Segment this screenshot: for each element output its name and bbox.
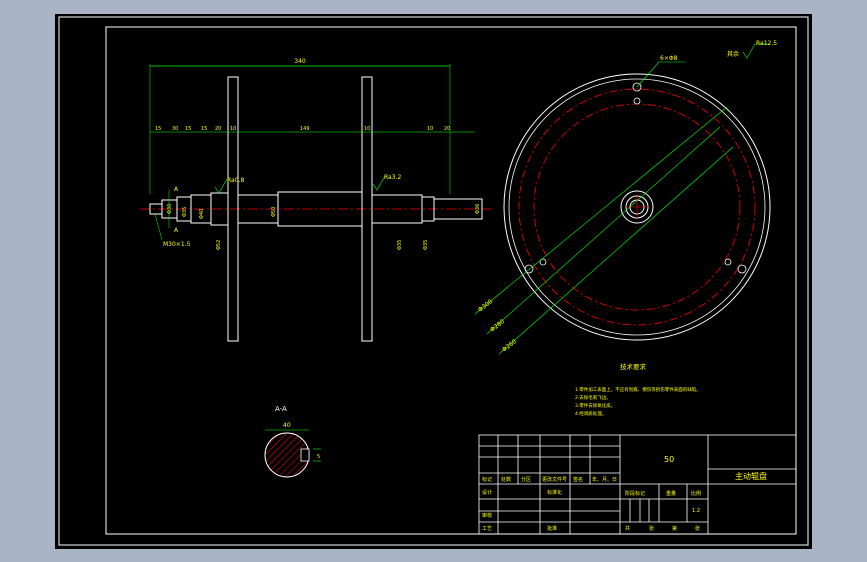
segment-dim-7: 10 bbox=[364, 126, 370, 132]
cad-drawing-canvas: 340 15 30 15 15 20 10 149 10 10 20 Φ30 Φ35 Φ40 Φ52 Φ5… bbox=[58, 16, 809, 546]
roughness-label-right: Ra3.2 bbox=[384, 174, 401, 181]
title-block-header-0: 标记 bbox=[482, 476, 492, 483]
shaft-diameter-5: Φ35 bbox=[397, 240, 403, 250]
general-roughness: 其余 Ra12.5 bbox=[727, 40, 777, 59]
shaft-diameter-7: Φ36 bbox=[475, 204, 481, 214]
roughness-label-left: Ra0.8 bbox=[227, 177, 244, 184]
segment-dim-8: 10 bbox=[427, 126, 433, 132]
sheet-border bbox=[58, 16, 809, 546]
shaft-view: 340 15 30 15 15 20 10 149 10 10 20 Φ30 Φ35 Φ40 Φ52 Φ5… bbox=[140, 58, 495, 342]
segment-dim-4: 20 bbox=[215, 126, 221, 132]
disk-view: 6×Φ8 Φ300 Φ280 Φ260 bbox=[474, 55, 771, 355]
roughness-symbol-left bbox=[214, 178, 228, 194]
segment-dim-5: 10 bbox=[230, 126, 236, 132]
label-sheet-unit: 张 bbox=[649, 525, 654, 532]
shaft-diameter-1: Φ35 bbox=[182, 207, 188, 217]
shaft-diameter-2: Φ40 bbox=[199, 209, 205, 219]
leader-diam-2 bbox=[486, 126, 721, 335]
label-check: 审核 bbox=[482, 512, 492, 519]
segment-dim-2: 15 bbox=[185, 126, 191, 132]
title-block-header-4: 签名 bbox=[573, 476, 583, 483]
shaft-diameter-3: Φ52 bbox=[216, 240, 222, 250]
overall-length-label: 340 bbox=[294, 58, 306, 65]
hole-5 bbox=[737, 264, 747, 274]
label-stage-mark: 阶段标记 bbox=[625, 490, 645, 497]
disk-diameter-2: Φ280 bbox=[489, 318, 506, 334]
label-approve: 批准 bbox=[547, 525, 557, 532]
label-sheet-total: 共 bbox=[625, 525, 630, 532]
section-width-dim: 40 bbox=[283, 422, 291, 429]
leader-diam-1 bbox=[474, 106, 728, 315]
label-weight: 重量 bbox=[666, 490, 676, 497]
segment-dim-6: 149 bbox=[300, 126, 310, 132]
drawing-name: 主动辊盘 bbox=[735, 471, 767, 481]
section-view: A-A 40 5 bbox=[264, 405, 321, 478]
label-process: 工艺 bbox=[482, 526, 492, 532]
label-scale: 比例 bbox=[691, 490, 701, 497]
section-mark-top: A bbox=[174, 186, 179, 193]
segment-dim-9: 20 bbox=[444, 126, 450, 132]
title-block-header-1: 处数 bbox=[501, 476, 511, 483]
disk-diameter-3: Φ260 bbox=[501, 338, 518, 354]
note-4: 4.经调质处理。 bbox=[575, 410, 606, 417]
note-2: 2.去除毛刺飞边。 bbox=[575, 394, 611, 401]
shaft-diameter-4: Φ50 bbox=[271, 207, 277, 217]
shaft-diameter-0: Φ30 bbox=[167, 204, 173, 214]
notes-title: 技术要求 bbox=[620, 362, 647, 371]
title-block-header-3: 更改文件号 bbox=[542, 476, 567, 483]
roughness-prefix: 其余 bbox=[727, 50, 739, 58]
technical-notes: 技术要求 1.零件加工表面上，不应有划痕、擦伤等损伤零件表面的缺陷。 2.去除毛… bbox=[575, 362, 701, 417]
segment-dim-1: 30 bbox=[172, 126, 178, 132]
label-sheet-no: 第 bbox=[672, 525, 677, 532]
title-block-header-5: 年、月、日 bbox=[592, 476, 617, 483]
keyway-dim: 5 bbox=[317, 454, 320, 460]
label-design: 设计 bbox=[482, 489, 492, 496]
segment-dim-0: 15 bbox=[155, 126, 161, 132]
title-block-text: 标记 处数 分区 更改文件号 签名 年、月、日 50 主动辊盘 设计 标准化 审核 工艺 … bbox=[482, 455, 767, 532]
hole-6 bbox=[724, 258, 732, 266]
title-block bbox=[478, 434, 797, 535]
roughness-value: Ra12.5 bbox=[756, 40, 777, 47]
part-number: 50 bbox=[664, 455, 674, 464]
thread-label: M30×1.5 bbox=[163, 241, 191, 248]
cad-viewport[interactable]: 340 15 30 15 15 20 10 149 10 10 20 Φ30 Φ35 Φ40 Φ52 Φ5… bbox=[55, 14, 812, 549]
scale-value: 1:2 bbox=[692, 508, 700, 514]
label-sheet-unit2: 张 bbox=[695, 525, 700, 532]
section-mark-bottom: A bbox=[174, 227, 179, 234]
segment-dim-3: 15 bbox=[201, 126, 207, 132]
note-3: 3.零件去除氧化皮。 bbox=[575, 402, 615, 409]
leader-diam-3 bbox=[498, 146, 734, 355]
keyway bbox=[300, 448, 310, 462]
title-block-header-2: 分区 bbox=[521, 476, 531, 483]
hole-2 bbox=[633, 97, 641, 105]
segment-dim-labels: 15 30 15 15 20 10 149 10 10 20 bbox=[155, 126, 450, 132]
section-title: A-A bbox=[275, 405, 287, 413]
shaft-diameter-6: Φ35 bbox=[423, 240, 429, 250]
hole-callout: 6×Φ8 bbox=[660, 55, 678, 62]
label-standard: 标准化 bbox=[547, 489, 562, 496]
note-1: 1.零件加工表面上，不应有划痕、擦伤等损伤零件表面的缺陷。 bbox=[575, 386, 701, 393]
